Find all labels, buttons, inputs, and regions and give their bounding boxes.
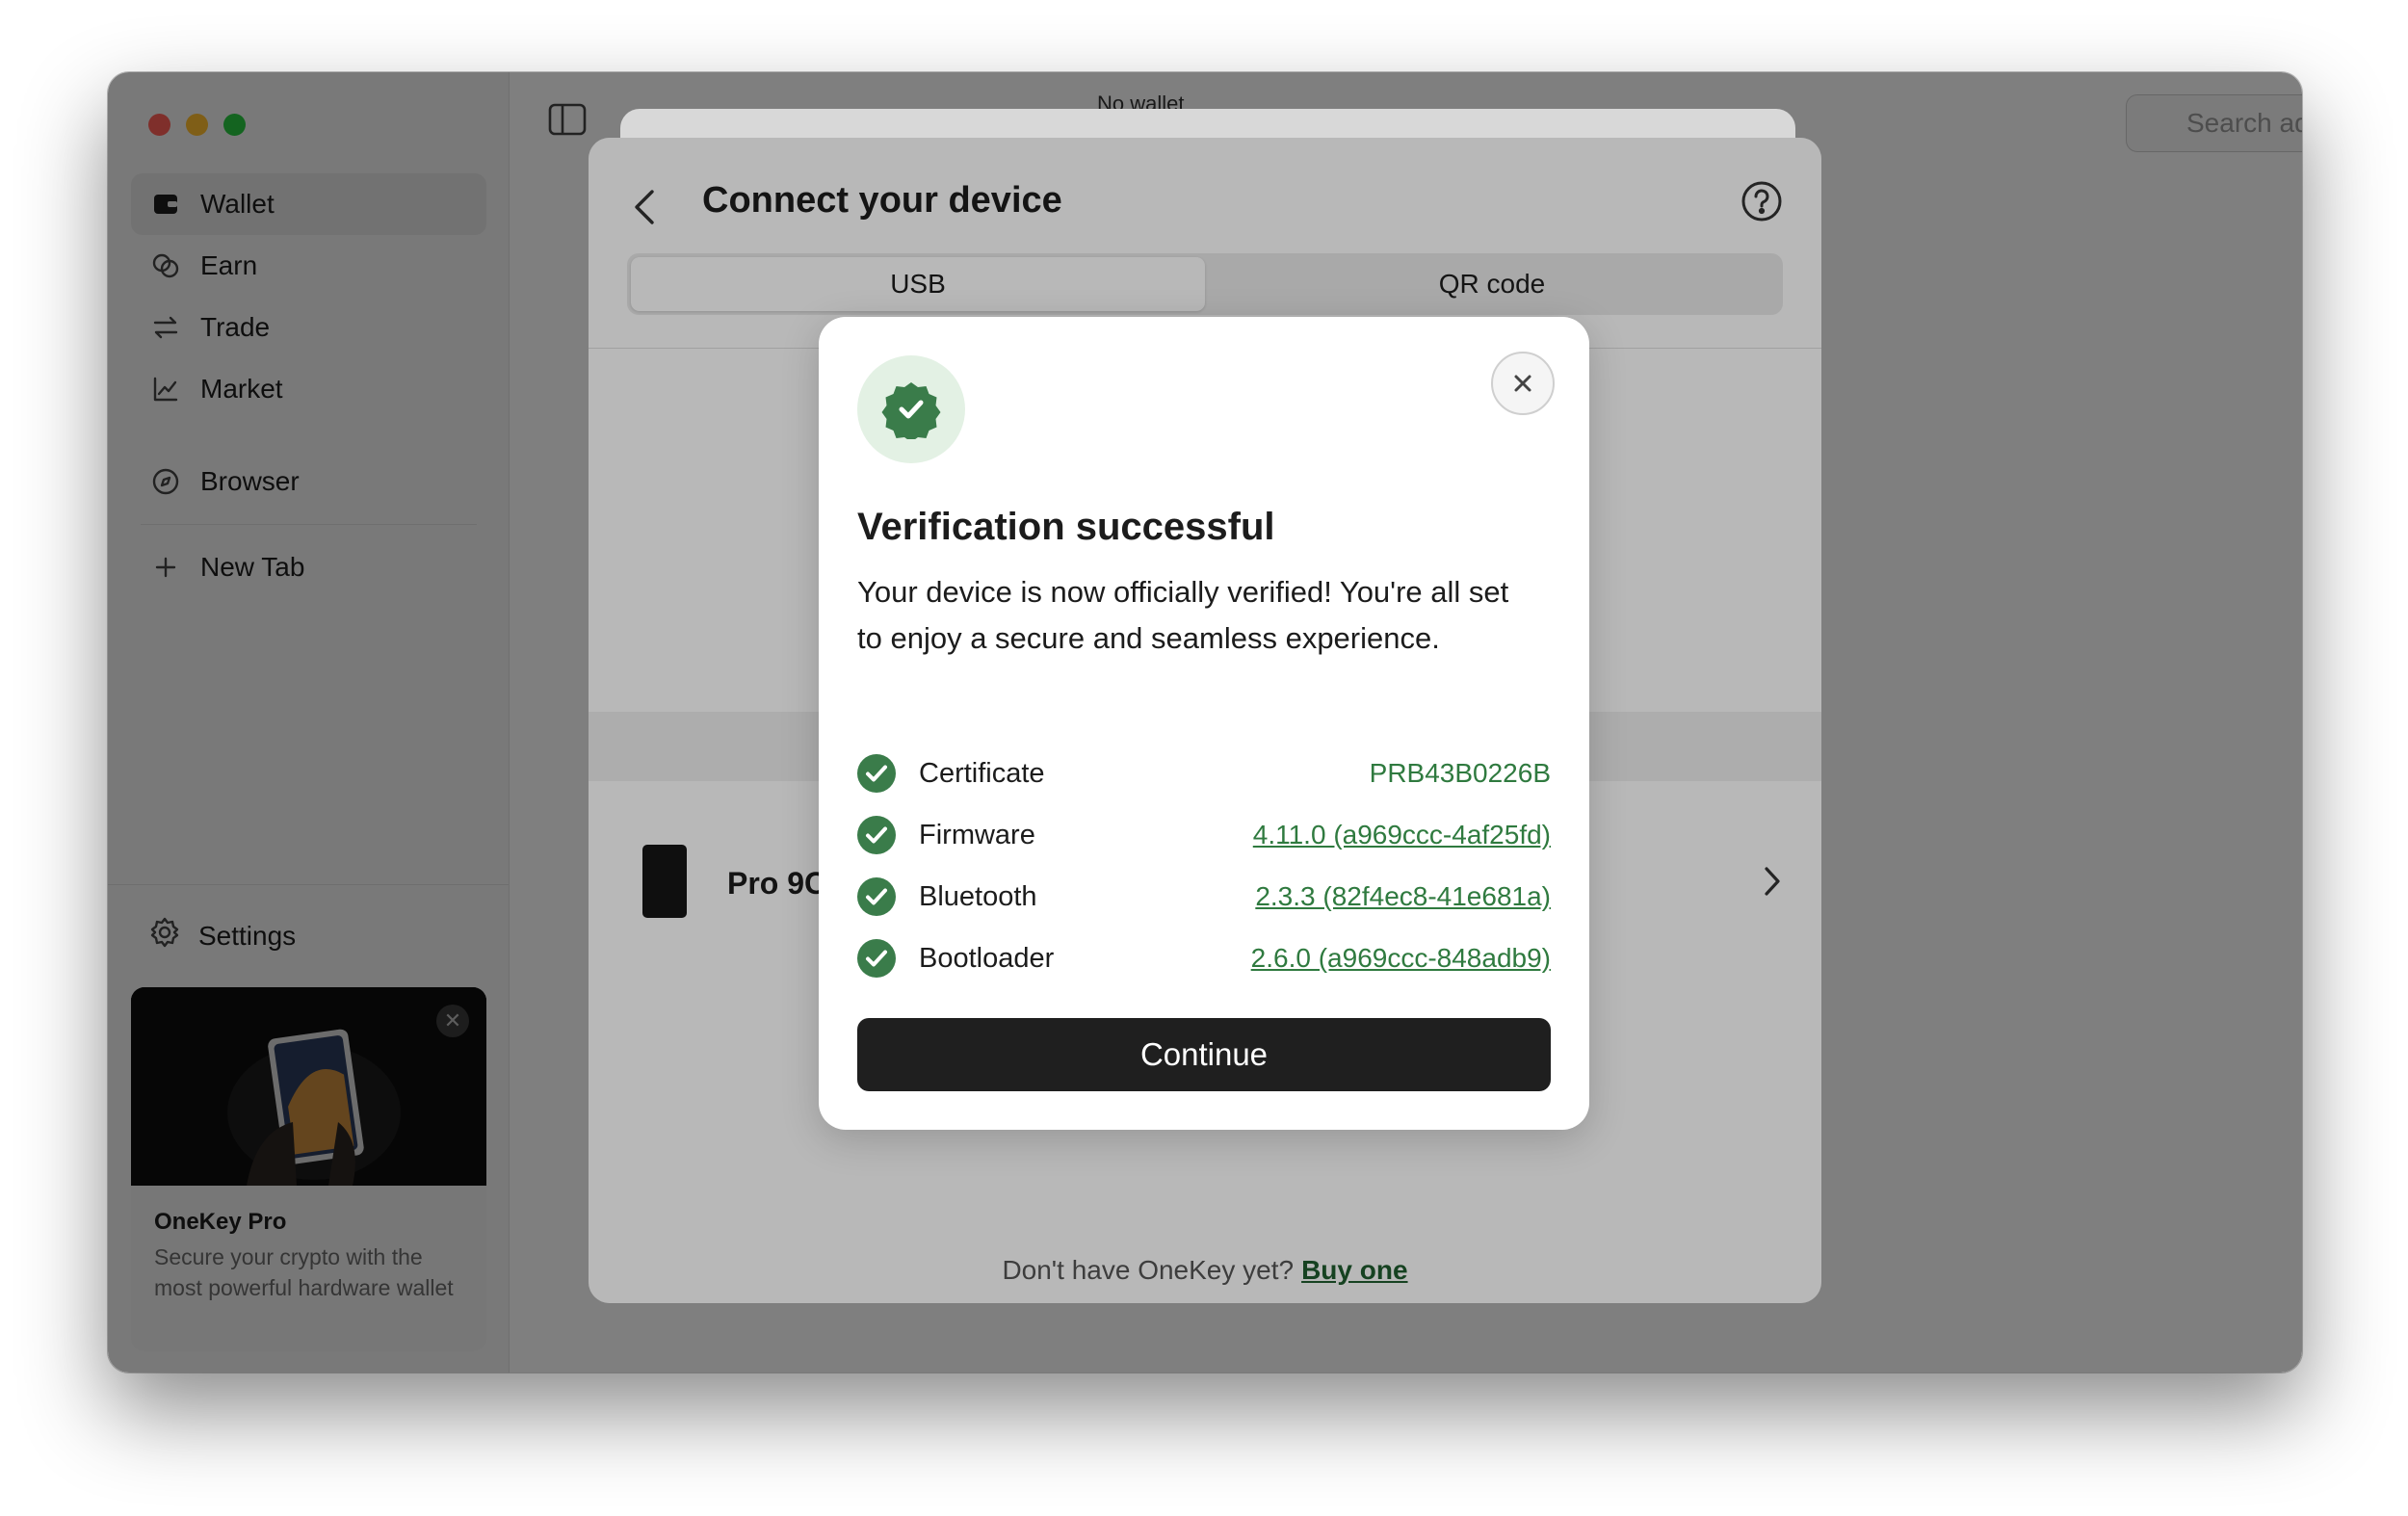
- check-circle-icon: [857, 816, 896, 854]
- check-circle-icon: [857, 754, 896, 793]
- verified-badge-icon: [857, 355, 965, 463]
- detail-row-certificate: Certificate PRB43B0226B: [857, 743, 1551, 804]
- bootloader-version-link[interactable]: 2.6.0 (a969ccc-848adb9): [1251, 943, 1551, 974]
- continue-button[interactable]: Continue: [857, 1018, 1551, 1091]
- dialog-description: Your device is now officially verified! …: [857, 575, 1509, 655]
- check-circle-icon: [857, 877, 896, 916]
- detail-row-bootloader: Bootloader 2.6.0 (a969ccc-848adb9): [857, 928, 1551, 989]
- check-circle-icon: [857, 939, 896, 978]
- detail-row-bluetooth: Bluetooth 2.3.3 (82f4ec8-41e681a): [857, 866, 1551, 928]
- verification-dialog: Verification successful Your device is n…: [819, 317, 1589, 1130]
- firmware-version-link[interactable]: 4.11.0 (a969ccc-4af25fd): [1253, 820, 1551, 850]
- verification-details: Certificate PRB43B0226B Firmware 4.11.0 …: [857, 743, 1551, 989]
- close-dialog-button[interactable]: [1491, 352, 1555, 415]
- bluetooth-version-link[interactable]: 2.3.3 (82f4ec8-41e681a): [1255, 881, 1551, 912]
- dialog-title: Verification successful: [857, 506, 1275, 548]
- detail-label: Firmware: [919, 819, 1035, 850]
- detail-row-firmware: Firmware 4.11.0 (a969ccc-4af25fd): [857, 804, 1551, 866]
- detail-label: Bluetooth: [919, 880, 1037, 912]
- close-icon: [1514, 375, 1531, 392]
- detail-label: Bootloader: [919, 942, 1055, 974]
- detail-label: Certificate: [919, 757, 1045, 789]
- detail-value: PRB43B0226B: [1369, 758, 1551, 788]
